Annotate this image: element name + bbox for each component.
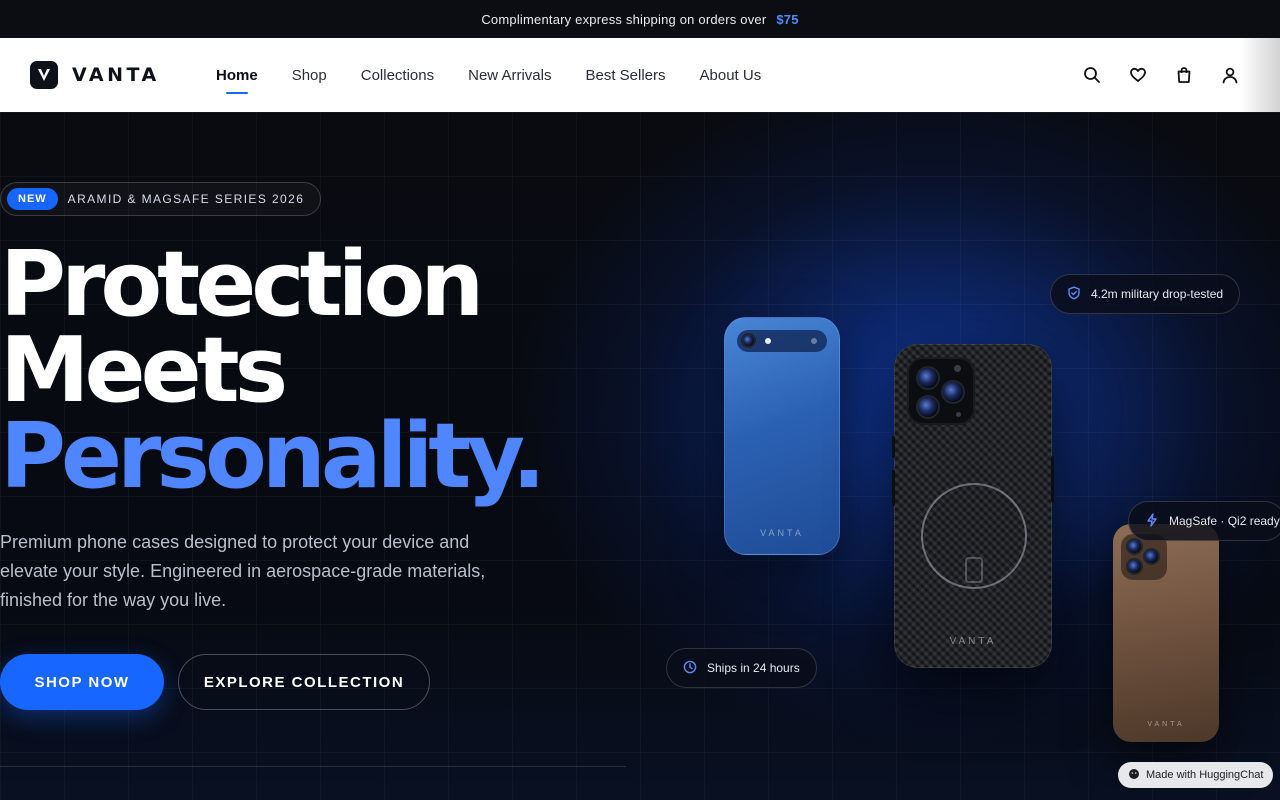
announcement-text: Complimentary express shipping on orders… (481, 11, 767, 27)
bag-icon[interactable] (1174, 65, 1194, 85)
nav-item-best-sellers[interactable]: Best Sellers (585, 38, 665, 112)
camera-lens-icon (1128, 560, 1141, 573)
main-nav: Home Shop Collections New Arrivals Best … (216, 38, 761, 112)
side-button (1051, 456, 1054, 502)
made-with-badge[interactable]: Made with HuggingChat (1118, 762, 1274, 788)
hero-divider (0, 766, 626, 767)
camera-lens-icon (918, 397, 938, 417)
nav-item-new-arrivals[interactable]: New Arrivals (468, 38, 551, 112)
clock-icon (683, 660, 697, 677)
user-icon[interactable] (1220, 65, 1240, 85)
phone-brand-label: VANTA (949, 636, 997, 647)
camera-module (907, 357, 975, 425)
explore-collection-button[interactable]: EXPLORE COLLECTION (178, 654, 430, 710)
camera-lens-icon (918, 368, 938, 388)
lightning-icon (1145, 512, 1159, 530)
heart-icon[interactable] (1128, 65, 1148, 85)
huggingchat-icon (1128, 768, 1140, 783)
made-with-text: Made with HuggingChat (1146, 769, 1264, 781)
sensor-icon (956, 412, 961, 417)
magsafe-chip: MagSafe · Qi2 ready (1128, 501, 1280, 541)
magsafe-alignment-tab (965, 557, 983, 583)
logo-text: VANTA (72, 64, 160, 86)
phone-brand-label: VANTA (1147, 721, 1185, 728)
shield-icon (1067, 286, 1081, 303)
hero-section: NEW ARAMID & MAGSAFE SERIES 2026 Protect… (0, 112, 1280, 800)
headline-line-2: Meets (0, 318, 288, 423)
phone-brand-label: VANTA (760, 528, 804, 538)
magsafe-text: MagSafe · Qi2 ready (1169, 514, 1280, 528)
camera-lens-icon (743, 335, 754, 346)
shop-now-button[interactable]: SHOP NOW (0, 654, 164, 710)
camera-lens-icon (1128, 540, 1141, 553)
logo-mark-icon (30, 61, 58, 89)
hero-subtitle: Premium phone cases designed to protect … (0, 532, 486, 610)
headline-line-3: Personality. (0, 404, 546, 509)
series-badge-text: ARAMID & MAGSAFE SERIES 2026 (67, 192, 305, 206)
announcement-bar: Complimentary express shipping on orders… (0, 0, 1280, 38)
header-actions (1082, 38, 1240, 112)
phone-case-carbon[interactable]: VANTA (894, 344, 1052, 668)
hero-headline: Protection Meets Personality. (0, 232, 546, 509)
series-badge: NEW ARAMID & MAGSAFE SERIES 2026 (0, 182, 322, 216)
shipping-text: Ships in 24 hours (707, 661, 800, 675)
site-header: VANTA Home Shop Collections New Arrivals… (0, 38, 1280, 112)
announcement-amount: $75 (776, 11, 799, 27)
nav-item-collections[interactable]: Collections (361, 38, 434, 112)
headline-line-1: Protection (0, 232, 484, 337)
nav-item-home[interactable]: Home (216, 38, 258, 112)
phone-case-blue[interactable]: VANTA (724, 317, 840, 555)
nav-item-shop[interactable]: Shop (292, 38, 327, 112)
side-button (892, 470, 895, 506)
nav-item-about-us[interactable]: About Us (700, 38, 762, 112)
camera-lens-icon (943, 382, 963, 402)
drop-tested-chip: 4.2m military drop-tested (1050, 274, 1241, 314)
drop-tested-text: 4.2m military drop-tested (1091, 287, 1224, 301)
camera-lens-icon (1145, 550, 1158, 563)
new-badge: NEW (7, 188, 58, 210)
phone-case-leather[interactable]: VANTA (1113, 524, 1219, 742)
search-icon[interactable] (1082, 65, 1102, 85)
flash-icon (954, 365, 961, 372)
logo[interactable]: VANTA (30, 61, 160, 89)
flash-icon (765, 338, 771, 344)
sensor-icon (811, 338, 817, 344)
shipping-chip: Ships in 24 hours (666, 648, 817, 688)
side-button (892, 436, 895, 458)
header-scroll-fade (1240, 38, 1280, 112)
camera-bar (737, 330, 827, 352)
